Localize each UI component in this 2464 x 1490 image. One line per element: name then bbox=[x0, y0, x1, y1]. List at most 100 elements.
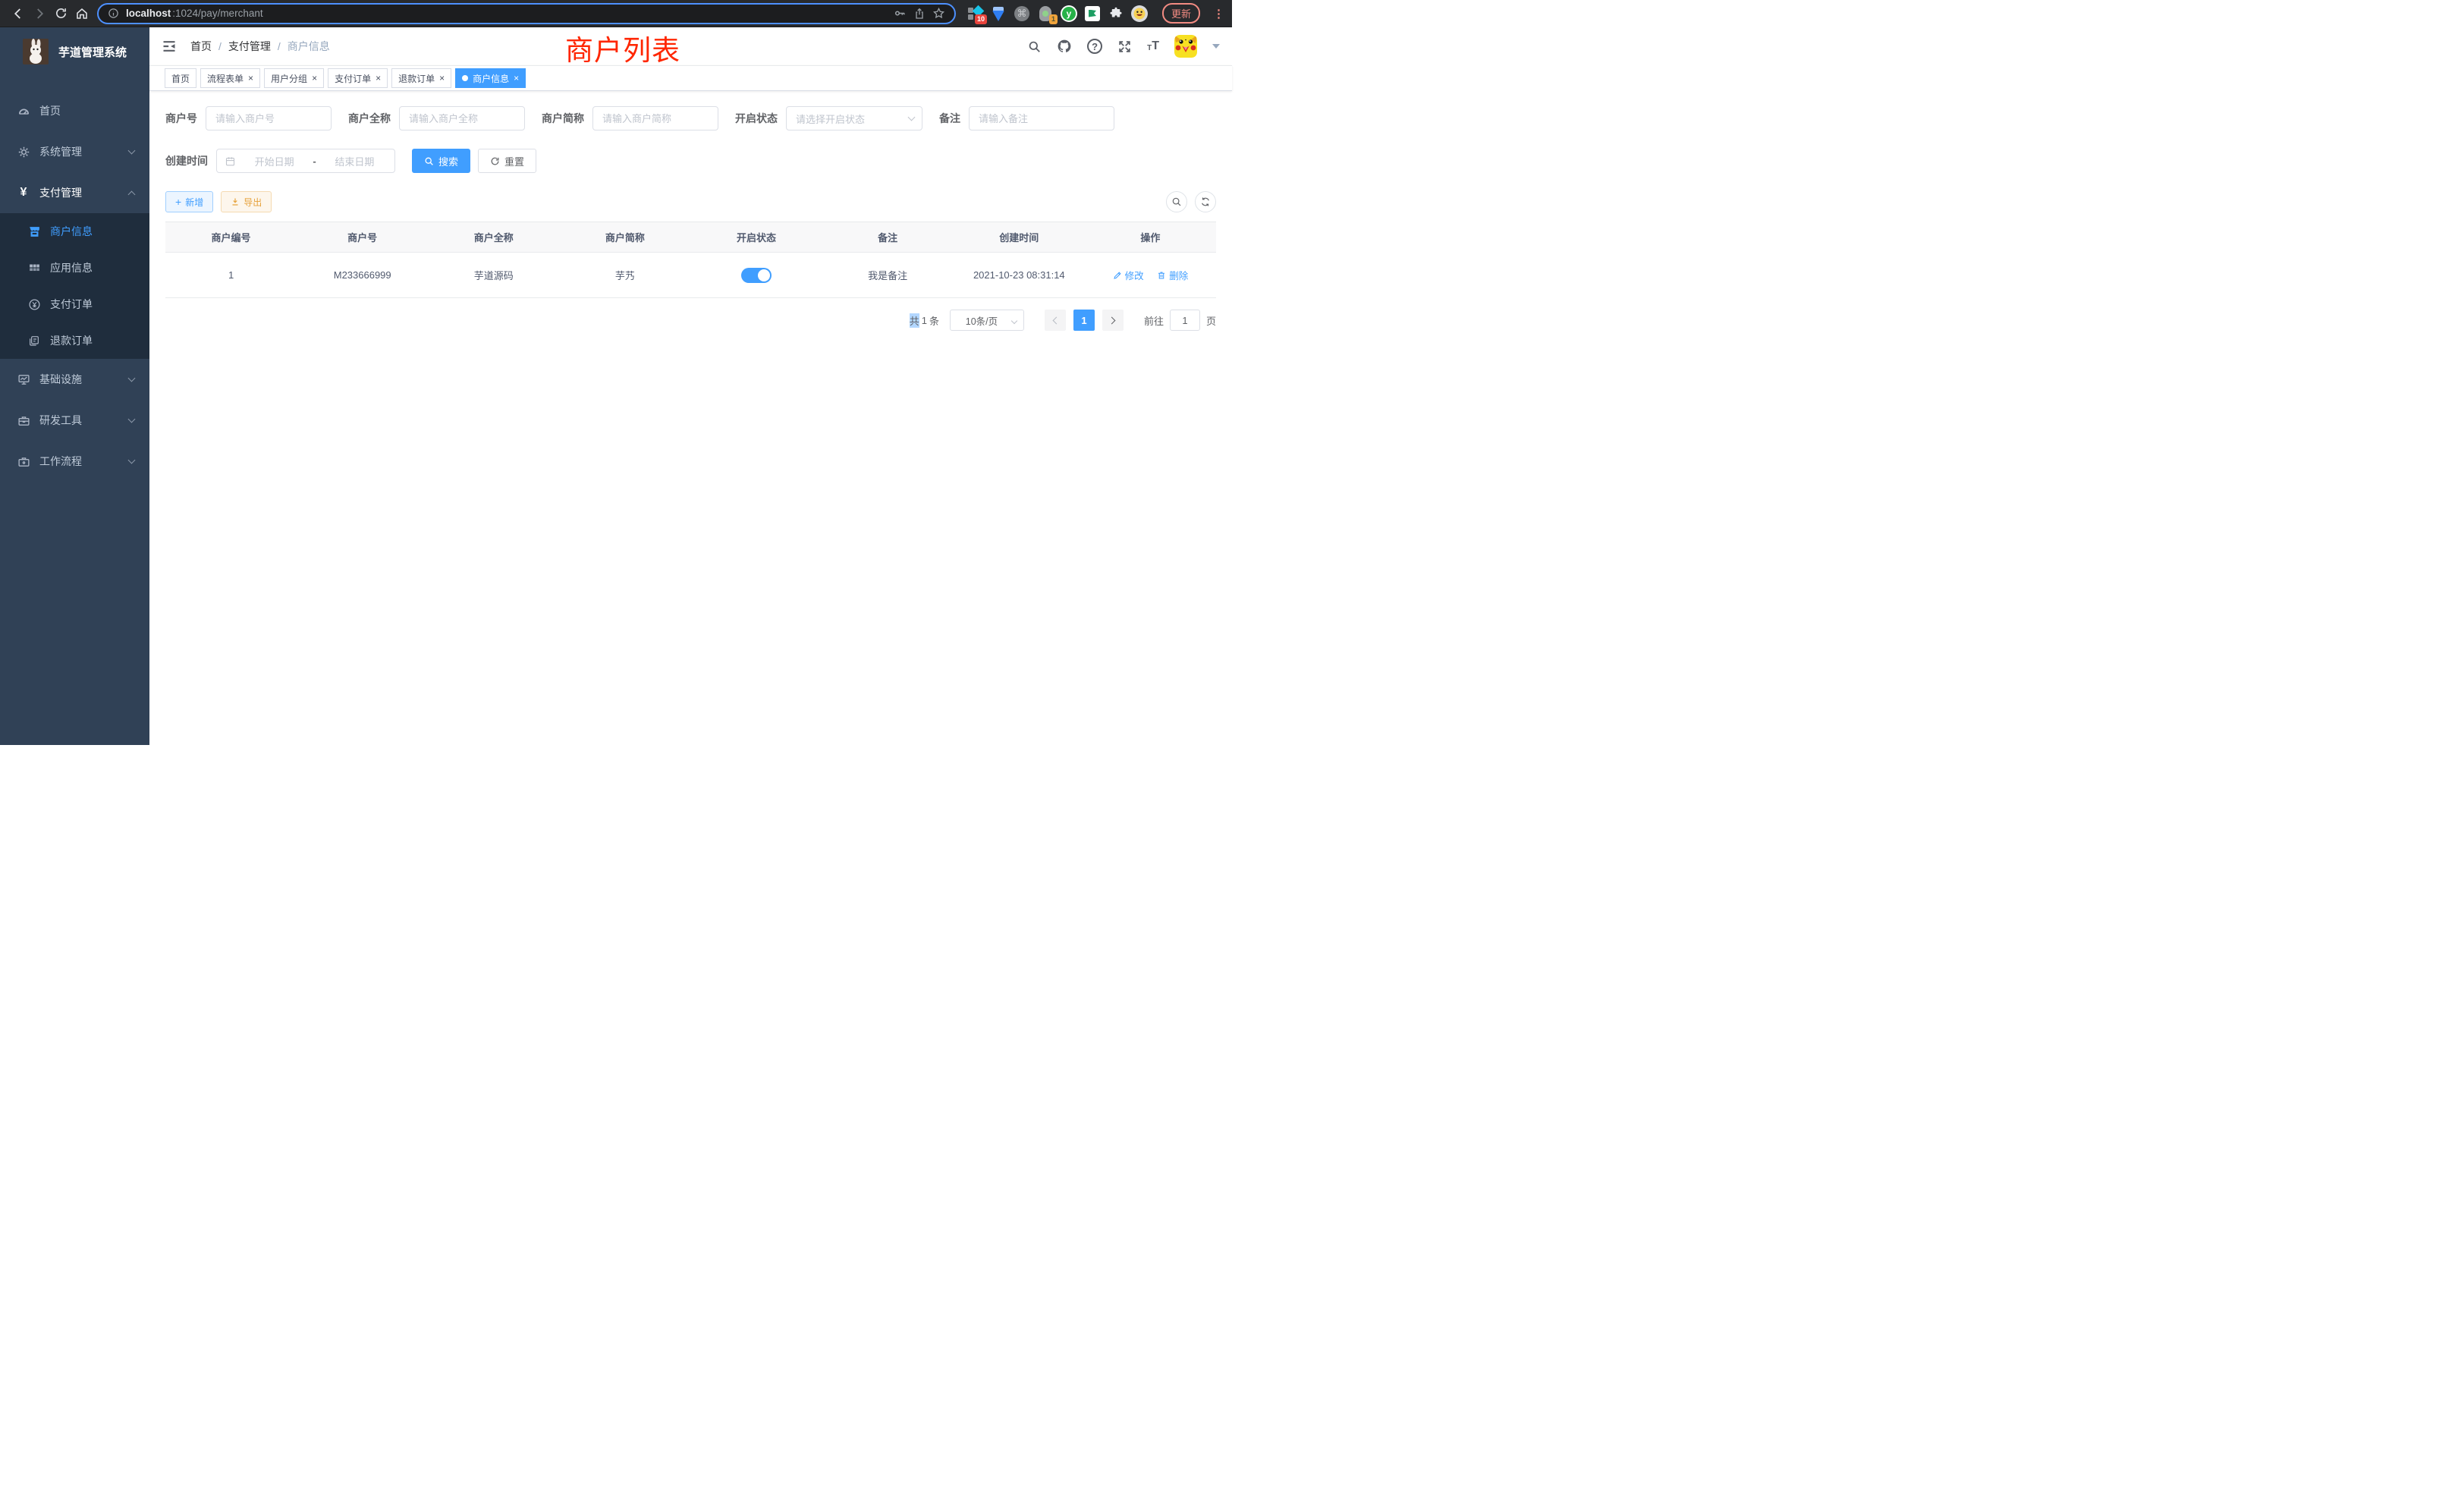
chevron-down-icon bbox=[908, 114, 916, 121]
header-search-icon[interactable] bbox=[1027, 39, 1042, 54]
tab-home[interactable]: 首页 bbox=[165, 68, 196, 88]
browser-menu-icon[interactable]: ⋮ bbox=[1213, 7, 1224, 20]
tab-user-group[interactable]: 用户分组× bbox=[264, 68, 324, 88]
next-page-button[interactable] bbox=[1102, 310, 1124, 331]
goto-label: 前往 bbox=[1144, 313, 1164, 328]
gear-icon bbox=[17, 146, 30, 159]
browser-toolbar: localhost :1024/pay/merchant 10 bbox=[0, 0, 1232, 27]
help-icon[interactable]: ? bbox=[1087, 39, 1102, 54]
full-name-input[interactable] bbox=[399, 106, 525, 130]
extension-pinned-icon[interactable]: 10 bbox=[966, 5, 983, 22]
extension-keep-icon[interactable] bbox=[1084, 5, 1101, 22]
goto-suffix: 页 bbox=[1206, 313, 1216, 328]
chevron-up-icon bbox=[128, 190, 136, 198]
dashboard-icon bbox=[17, 105, 30, 118]
close-icon[interactable]: × bbox=[439, 74, 445, 83]
browser-home-icon[interactable] bbox=[71, 3, 93, 24]
page-content: 商户号 商户全称 商户简称 开启状态 请选择开启状态 bbox=[149, 91, 1232, 745]
extension-gem-icon[interactable] bbox=[990, 5, 1007, 22]
sidebar-item-home[interactable]: 首页 bbox=[0, 90, 149, 131]
goto-page-input[interactable] bbox=[1170, 310, 1200, 331]
github-icon[interactable] bbox=[1057, 39, 1072, 54]
merchant-no-input[interactable] bbox=[206, 106, 332, 130]
prev-page-button[interactable] bbox=[1045, 310, 1066, 331]
logo-rabbit-image bbox=[23, 39, 49, 64]
tab-refund-order[interactable]: 退款订单× bbox=[391, 68, 451, 88]
create-time-label: 创建时间 bbox=[165, 153, 208, 168]
sidebar-item-workflow[interactable]: 工作流程 bbox=[0, 441, 149, 482]
tab-pay-order[interactable]: 支付订单× bbox=[328, 68, 388, 88]
breadcrumb-home[interactable]: 首页 bbox=[190, 39, 212, 54]
date-range-input[interactable]: 开始日期 - 结束日期 bbox=[216, 149, 395, 173]
sidebar-item-pay[interactable]: ¥ 支付管理 bbox=[0, 172, 149, 213]
edit-link[interactable]: 修改 bbox=[1113, 268, 1144, 282]
hamburger-icon[interactable] bbox=[162, 39, 177, 54]
add-button[interactable]: + 新增 bbox=[165, 191, 213, 212]
tags-bar: 首页 流程表单× 用户分组× 支付订单× 退款订单× 商户信息× bbox=[149, 65, 1232, 91]
page-size-select[interactable]: 10条/页 bbox=[950, 310, 1024, 331]
merchant-no-label: 商户号 bbox=[165, 111, 197, 126]
sidebar-item-label: 支付管理 bbox=[39, 185, 82, 200]
search-icon bbox=[1171, 196, 1182, 207]
sidebar-item-merchant-info[interactable]: 商户信息 bbox=[0, 213, 149, 250]
total-prefix: 共 bbox=[910, 313, 919, 328]
sidebar-item-label: 商户信息 bbox=[50, 224, 93, 239]
filter-status: 开启状态 请选择开启状态 bbox=[735, 106, 922, 130]
status-select[interactable]: 请选择开启状态 bbox=[786, 106, 922, 130]
sidebar-item-app-info[interactable]: 应用信息 bbox=[0, 250, 149, 286]
tab-merchant-info[interactable]: 商户信息× bbox=[455, 68, 526, 88]
extension-command-icon[interactable]: ⌘ bbox=[1014, 5, 1030, 22]
pagination: 共 1 条 10条/页 1 前往 页 bbox=[165, 310, 1216, 331]
browser-update-button[interactable]: 更新 bbox=[1162, 3, 1200, 24]
close-icon[interactable]: × bbox=[514, 74, 519, 83]
sidebar-item-infra[interactable]: 基础设施 bbox=[0, 359, 149, 400]
password-key-icon[interactable] bbox=[894, 7, 907, 20]
filter-remark: 备注 bbox=[939, 106, 1114, 130]
chevron-right-icon bbox=[1108, 316, 1116, 324]
top-navbar: 首页 / 支付管理 / 商户信息 ? bbox=[149, 27, 1232, 65]
breadcrumb-pay[interactable]: 支付管理 bbox=[228, 39, 271, 54]
remark-input[interactable] bbox=[969, 106, 1114, 130]
toggle-search-button[interactable] bbox=[1166, 191, 1187, 212]
extension-profile-icon[interactable]: 1 bbox=[1037, 5, 1054, 22]
browser-reload-icon[interactable] bbox=[50, 3, 71, 24]
page-1-button[interactable]: 1 bbox=[1073, 310, 1095, 331]
refresh-icon bbox=[490, 156, 500, 166]
fullscreen-icon[interactable] bbox=[1117, 39, 1132, 54]
extension-y-icon[interactable]: y bbox=[1061, 5, 1077, 22]
reset-button[interactable]: 重置 bbox=[478, 149, 536, 173]
sidebar-item-system[interactable]: 系统管理 bbox=[0, 131, 149, 172]
sidebar-item-pay-order[interactable]: 支付订单 bbox=[0, 286, 149, 322]
export-button[interactable]: 导出 bbox=[221, 191, 272, 212]
close-icon[interactable]: × bbox=[248, 74, 253, 83]
url-bar[interactable]: localhost :1024/pay/merchant bbox=[97, 3, 956, 24]
col-create-time: 创建时间 bbox=[954, 222, 1085, 253]
sidebar-item-refund-order[interactable]: 退款订单 bbox=[0, 322, 149, 359]
sidebar-item-devtools[interactable]: 研发工具 bbox=[0, 400, 149, 441]
font-size-icon[interactable]: TT bbox=[1147, 40, 1159, 52]
browser-forward-icon[interactable] bbox=[29, 3, 50, 24]
extensions-puzzle-icon[interactable] bbox=[1108, 5, 1124, 22]
refresh-table-button[interactable] bbox=[1195, 191, 1216, 212]
short-name-input[interactable] bbox=[592, 106, 718, 130]
site-info-icon[interactable] bbox=[108, 8, 119, 19]
col-actions: 操作 bbox=[1085, 222, 1216, 253]
avatar-caret-icon[interactable] bbox=[1212, 44, 1220, 49]
user-avatar[interactable] bbox=[1174, 35, 1197, 58]
plus-icon: + bbox=[175, 196, 181, 207]
chevron-down-icon bbox=[128, 147, 136, 155]
url-host: localhost bbox=[126, 8, 171, 19]
search-button[interactable]: 搜索 bbox=[412, 149, 470, 173]
browser-avatar-icon[interactable] bbox=[1131, 5, 1148, 22]
share-icon[interactable] bbox=[913, 8, 926, 20]
close-icon[interactable]: × bbox=[376, 74, 381, 83]
command-glyph: ⌘ bbox=[1017, 8, 1026, 20]
close-icon[interactable]: × bbox=[312, 74, 317, 83]
tab-process-form[interactable]: 流程表单× bbox=[200, 68, 260, 88]
status-toggle[interactable] bbox=[741, 268, 772, 283]
browser-back-icon[interactable] bbox=[8, 3, 29, 24]
total-count: 1 bbox=[922, 315, 927, 326]
delete-link[interactable]: 删除 bbox=[1157, 268, 1188, 282]
bookmark-star-icon[interactable] bbox=[932, 7, 945, 20]
sidebar-logo-row[interactable]: 芋道管理系统 bbox=[0, 27, 149, 76]
